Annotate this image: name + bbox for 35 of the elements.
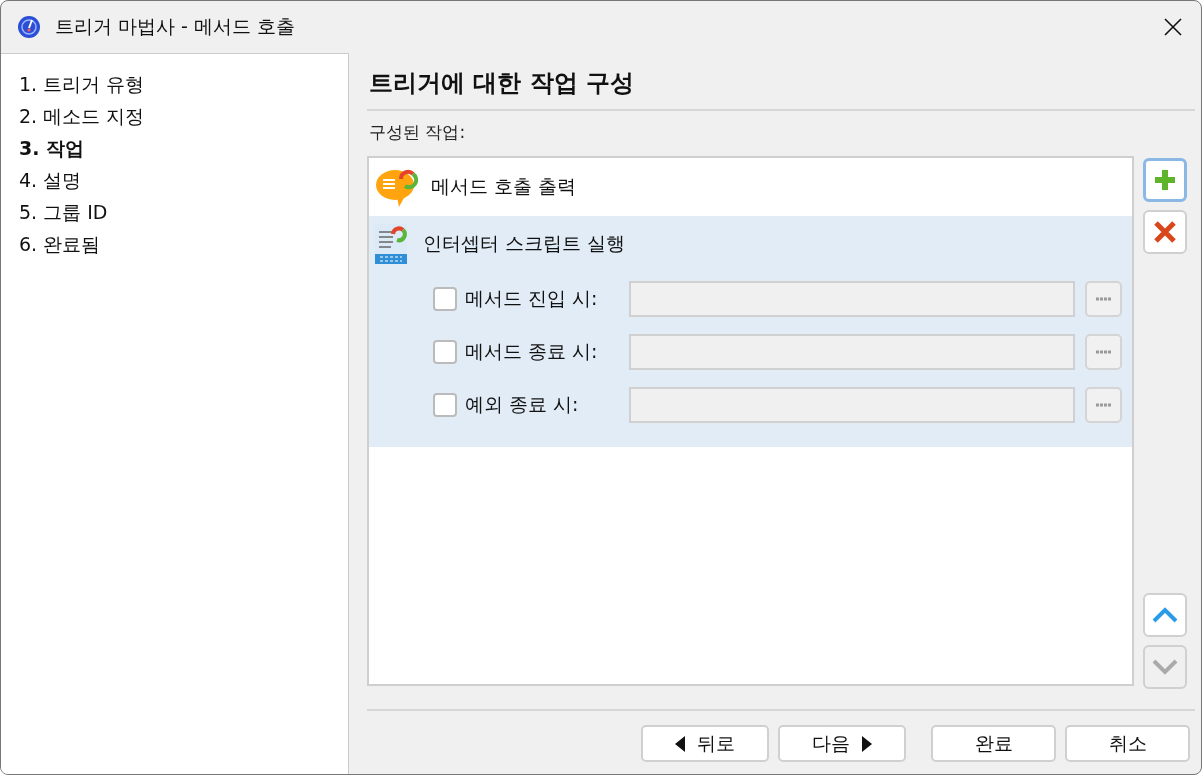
left-triangle-icon bbox=[675, 735, 685, 752]
right-triangle-icon bbox=[862, 735, 872, 752]
option-label: 메서드 진입 시: bbox=[465, 285, 599, 311]
cross-icon bbox=[1153, 220, 1177, 244]
close-icon bbox=[1164, 18, 1182, 36]
ellipsis-icon bbox=[1095, 296, 1112, 301]
action-label: 인터셉터 스크립트 실행 bbox=[423, 231, 626, 256]
step-item: 2. 메소드 지정 bbox=[19, 104, 146, 129]
step-item: 1. 트리거 유형 bbox=[19, 72, 146, 97]
cancel-button[interactable]: 취소 bbox=[1065, 725, 1190, 762]
finish-button[interactable]: 완료 bbox=[931, 725, 1056, 762]
step-item: 5. 그룹 ID bbox=[19, 200, 109, 225]
browse-button[interactable] bbox=[1085, 280, 1122, 317]
delete-button[interactable] bbox=[1143, 210, 1187, 254]
ellipsis-icon bbox=[1095, 349, 1112, 354]
action-label: 메서드 호출 출력 bbox=[431, 174, 577, 199]
window-title: 트리거 마법사 - 메서드 호출 bbox=[55, 14, 296, 39]
browse-button[interactable] bbox=[1085, 386, 1122, 423]
chevron-up-icon bbox=[1152, 607, 1178, 623]
step-item: 4. 설명 bbox=[19, 168, 83, 193]
step-item: 3. 작업 bbox=[19, 136, 86, 161]
next-button[interactable]: 다음 bbox=[778, 725, 906, 762]
browse-button[interactable] bbox=[1085, 333, 1122, 370]
option-label: 예외 종료 시: bbox=[465, 391, 580, 417]
ellipsis-icon bbox=[1095, 402, 1112, 407]
move-up-button[interactable] bbox=[1143, 593, 1187, 637]
option-label: 메서드 종료 시: bbox=[465, 338, 599, 364]
back-button[interactable]: 뒤로 bbox=[641, 725, 769, 762]
step-item: 6. 완료됨 bbox=[19, 232, 102, 257]
plus-icon bbox=[1153, 168, 1177, 192]
page-heading: 트리거에 대한 작업 구성 bbox=[369, 68, 636, 99]
actions-label: 구성된 작업: bbox=[369, 121, 467, 144]
add-button[interactable] bbox=[1143, 158, 1187, 202]
gauge-icon bbox=[17, 15, 41, 39]
chevron-down-icon bbox=[1152, 659, 1178, 675]
